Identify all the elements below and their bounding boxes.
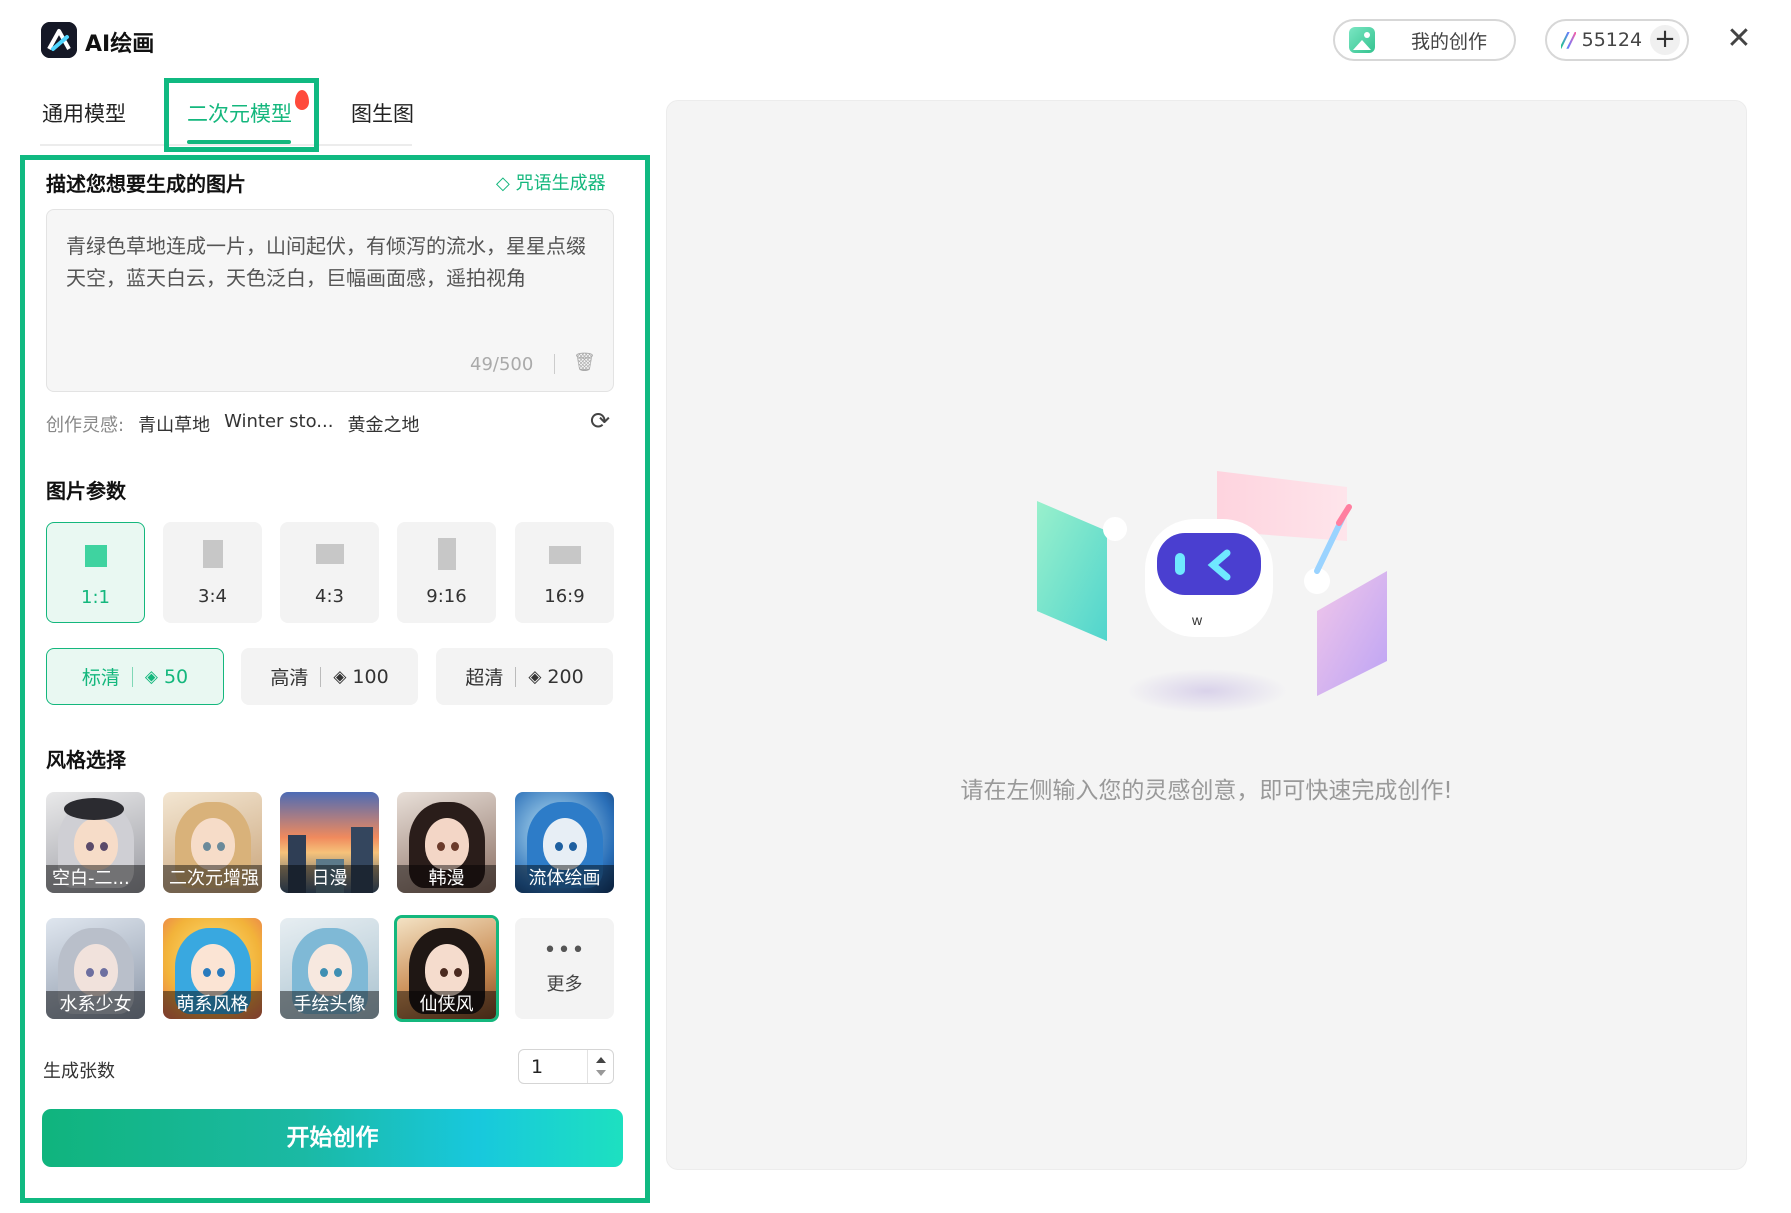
app-title: AI绘画 <box>85 32 155 57</box>
credits-pill[interactable]: // 55124 + <box>1545 19 1689 61</box>
app-logo-icon <box>41 22 77 58</box>
tab-image-to-image[interactable]: 图生图 <box>351 98 414 128</box>
highlight-box-panel <box>20 155 650 1203</box>
my-works-label: 我的创作 <box>1411 30 1488 53</box>
credits-value: 55124 <box>1581 29 1643 51</box>
credits-brand-icon: // <box>1561 28 1576 52</box>
app-window: AI绘画 我的创作 // 55124 + ✕ 通用模型 二次元模型 图生图 描述… <box>0 0 1791 1213</box>
robot-illustration: w <box>1017 461 1397 751</box>
result-canvas: w 请在左侧输入您的灵感创意，即可快速完成创作! <box>666 100 1747 1170</box>
svg-text:w: w <box>1191 612 1203 628</box>
my-works-button[interactable]: 我的创作 <box>1333 19 1516 61</box>
tab-general-model[interactable]: 通用模型 <box>42 98 126 128</box>
canvas-hint: 请在左侧输入您的灵感创意，即可快速完成创作! <box>960 778 1453 804</box>
add-credits-button[interactable]: + <box>1650 25 1681 55</box>
gallery-icon <box>1349 27 1375 53</box>
close-icon[interactable]: ✕ <box>1722 22 1756 56</box>
highlight-box-tab <box>164 78 319 152</box>
